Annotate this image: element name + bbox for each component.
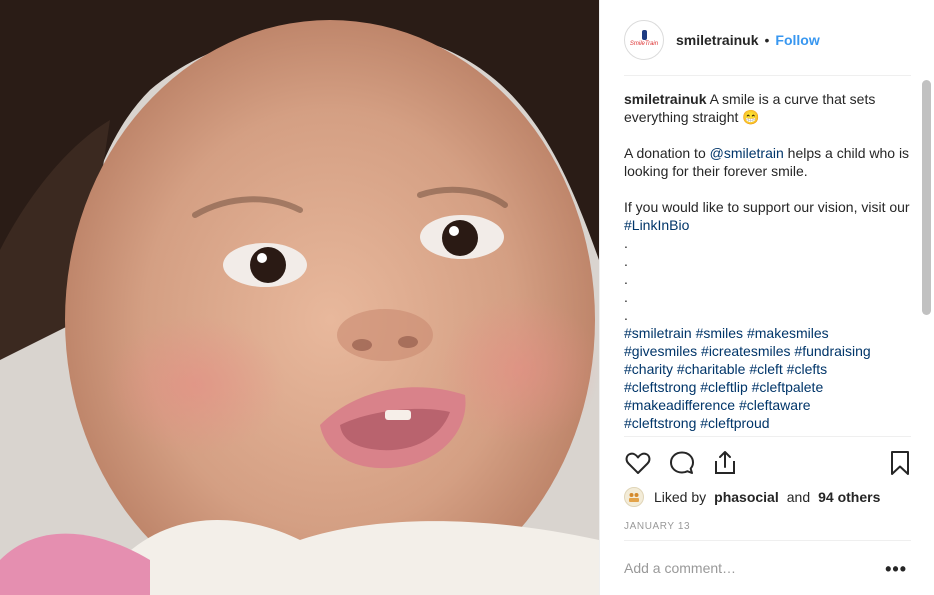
- action-bar: [624, 436, 911, 488]
- mention-link[interactable]: @smiletrain: [710, 145, 784, 161]
- hashtag-line: #makeadifference #cleftaware: [624, 396, 914, 414]
- username-row: smiletrainuk • Follow: [676, 32, 820, 48]
- hashtag-link[interactable]: #cleftproud: [700, 415, 769, 431]
- heart-icon[interactable]: [624, 449, 652, 477]
- caption-text: A donation to: [624, 145, 710, 161]
- hashtag-link[interactable]: #icreatesmiles: [701, 343, 790, 359]
- hashtag-line: #cleftstrong #cleftlip #cleftpalete: [624, 378, 914, 396]
- caption-paragraph-3: If you would like to support our vision,…: [624, 198, 914, 234]
- bookmark-icon[interactable]: [886, 449, 914, 477]
- hashtag-list: #smiletrain #smiles #makesmiles #givesmil…: [624, 324, 914, 435]
- hashtag-link[interactable]: #charity: [624, 361, 673, 377]
- hashtag-link[interactable]: #cleft: [749, 361, 782, 377]
- hashtag-link[interactable]: #cleftpalate: [737, 433, 809, 435]
- caption-dot: .: [624, 289, 628, 305]
- hashtag-link[interactable]: #makeadifference: [624, 397, 735, 413]
- caption-dot: .: [624, 307, 628, 323]
- caption: smiletrainuk A smile is a curve that set…: [624, 90, 914, 435]
- post-details-panel: SmileTrain smiletrainuk • Follow smiletr…: [599, 0, 934, 595]
- hashtag-line: #givesmiles #icreatesmiles #fundraising: [624, 342, 914, 360]
- caption-dot: .: [624, 253, 628, 269]
- caption-scrollbar[interactable]: [922, 80, 931, 315]
- post-header: SmileTrain smiletrainuk • Follow: [624, 16, 911, 76]
- hashtag-link[interactable]: #cleftlip: [700, 379, 747, 395]
- avatar[interactable]: SmileTrain: [624, 19, 664, 60]
- separator-dot: •: [764, 31, 770, 48]
- hashtag-link[interactable]: #LinkInBio: [624, 217, 689, 233]
- hashtag-link[interactable]: #smiles: [696, 325, 743, 341]
- caption-username[interactable]: smiletrainuk: [624, 91, 706, 107]
- share-icon[interactable]: [711, 449, 739, 477]
- hashtag-link[interactable]: #cleftstrong: [624, 415, 696, 431]
- hashtag-line: #cleftstrong #cleftproud: [624, 414, 914, 432]
- likes-summary: Liked by phasocial and 94 others: [624, 487, 880, 507]
- hashtag-link[interactable]: #cleftpalete: [752, 379, 824, 395]
- liker-username[interactable]: phasocial: [714, 489, 779, 505]
- hashtag-line: #cleftlipandpalate #cleftpalate: [624, 432, 914, 435]
- caption-text: If you would like to support our vision,…: [624, 199, 910, 215]
- liker-avatar[interactable]: [624, 487, 644, 507]
- comment-icon[interactable]: [668, 449, 696, 477]
- username-link[interactable]: smiletrainuk: [676, 32, 758, 48]
- comment-input[interactable]: [624, 560, 864, 576]
- hashtag-line: #smiletrain #smiles #makesmiles: [624, 324, 914, 342]
- hashtag-link[interactable]: #cleftlipandpalate: [624, 433, 733, 435]
- follow-button[interactable]: Follow: [775, 32, 819, 48]
- caption-dot: .: [624, 271, 628, 287]
- likes-prefix: Liked by: [654, 489, 707, 505]
- hashtag-link[interactable]: #cleftstrong: [624, 379, 696, 395]
- hashtag-link[interactable]: #fundraising: [794, 343, 870, 359]
- grin-emoji-icon: 😁: [742, 109, 760, 125]
- hashtag-link[interactable]: #clefts: [787, 361, 827, 377]
- hashtag-link[interactable]: #cleftaware: [739, 397, 811, 413]
- caption-line-1: smiletrainuk A smile is a curve that set…: [624, 90, 914, 126]
- post-photo-illustration: [0, 0, 599, 595]
- hashtag-link[interactable]: #charitable: [677, 361, 746, 377]
- hashtag-link[interactable]: #makesmiles: [747, 325, 829, 341]
- hashtag-link[interactable]: #givesmiles: [624, 343, 697, 359]
- avatar-logo-text: SmileTrain: [629, 40, 659, 47]
- likes-conj: and: [786, 489, 811, 505]
- people-icon: [629, 493, 639, 502]
- post-date[interactable]: JANUARY 13: [624, 521, 690, 532]
- post-photo[interactable]: [0, 0, 599, 595]
- more-options-icon[interactable]: •••: [885, 559, 907, 580]
- hashtag-line: #charity #charitable #cleft #clefts: [624, 360, 914, 378]
- comment-bar: •••: [624, 540, 911, 595]
- hashtag-link[interactable]: #smiletrain: [624, 325, 692, 341]
- caption-paragraph-2: A donation to @smiletrain helps a child …: [624, 144, 914, 180]
- likes-others-link[interactable]: 94 others: [818, 489, 880, 505]
- logo-mark: [642, 29, 647, 40]
- caption-dot: .: [624, 235, 628, 251]
